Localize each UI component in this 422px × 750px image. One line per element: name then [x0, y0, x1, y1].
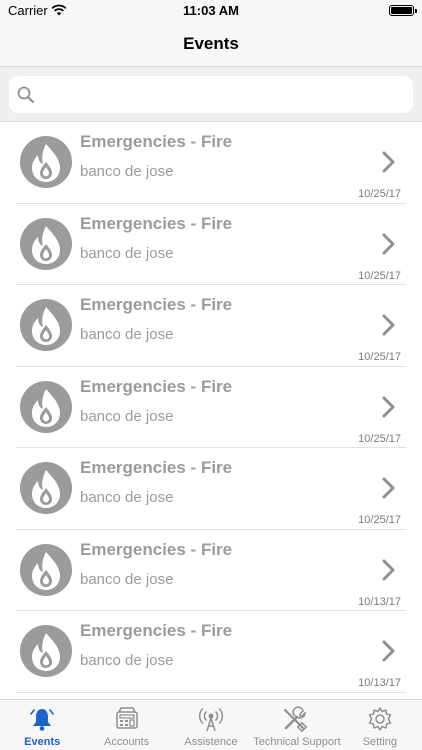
event-subtitle: banco de jose — [80, 489, 174, 506]
battery-icon — [389, 5, 417, 16]
event-title: Emergencies - Fire — [80, 621, 233, 640]
signal-tower-icon — [198, 707, 224, 732]
fire-icon — [20, 380, 72, 433]
search-icon — [17, 86, 34, 103]
chevron-right-icon — [382, 396, 395, 417]
event-title: Emergencies - Fire — [80, 458, 233, 477]
event-row[interactable]: Emergencies - Fire banco de jose 10/25/1… — [0, 367, 422, 448]
tab-assistence[interactable]: Assistence — [169, 700, 253, 750]
fire-icon — [20, 217, 72, 270]
event-row[interactable]: Emergencies - Fire banco de jose 10/13/1… — [0, 530, 422, 611]
event-date: 10/25/17 — [358, 514, 401, 526]
tab-technical-support[interactable]: Technical Support — [253, 700, 341, 750]
gear-icon — [368, 707, 392, 731]
fire-icon — [20, 462, 72, 514]
tab-accounts[interactable]: Accounts — [84, 700, 168, 750]
status-bar: Carrier 11:03 AM — [0, 0, 422, 22]
event-subtitle: banco de jose — [80, 163, 174, 180]
event-date: 10/25/17 — [358, 269, 401, 282]
event-subtitle: banco de jose — [80, 570, 174, 588]
event-row[interactable]: Emergencies - Fire banco de jose 10/25/1… — [0, 448, 422, 530]
chevron-right-icon — [382, 477, 395, 499]
event-title: Emergencies - Fire — [80, 213, 233, 233]
event-row[interactable]: Emergencies - Fire banco de jose 10/25/1… — [0, 285, 422, 367]
event-date: 10/13/17 — [358, 595, 401, 608]
tab-bar: Events Accounts Assistence Technical Sup… — [0, 699, 422, 750]
event-title: Emergencies - Fire — [80, 132, 233, 151]
event-subtitle: banco de jose — [80, 326, 174, 343]
tab-label: Technical Support — [253, 736, 341, 748]
chevron-right-icon — [382, 314, 395, 336]
tab-label: Setting — [362, 736, 397, 748]
event-subtitle: banco de jose — [80, 407, 174, 425]
search-field[interactable] — [9, 76, 413, 113]
chevron-right-icon — [382, 233, 395, 254]
accounts-icon — [115, 707, 138, 729]
events-list: Emergencies - Fire banco de jose 10/25/1… — [0, 122, 422, 699]
event-subtitle: banco de jose — [80, 244, 174, 262]
fire-icon — [20, 136, 72, 188]
tab-label: Accounts — [103, 736, 150, 748]
fire-icon — [20, 625, 72, 677]
event-row[interactable]: Emergencies - Fire banco de jose 10/25/1… — [0, 204, 422, 285]
event-title: Emergencies - Fire — [80, 295, 233, 314]
page-title: Events — [183, 34, 239, 53]
event-date: 10/25/17 — [358, 351, 401, 363]
tools-icon — [284, 706, 308, 733]
event-row[interactable]: Emergencies - Fire banco de jose 10/25/1… — [0, 122, 422, 204]
chevron-right-icon — [382, 151, 395, 173]
fire-icon — [20, 543, 72, 596]
event-date: 10/25/17 — [358, 432, 401, 445]
fire-icon — [20, 299, 72, 351]
event-title: Emergencies - Fire — [80, 539, 233, 559]
event-row[interactable]: Emergencies - Fire banco de jose 10/13/1… — [0, 611, 422, 693]
event-date: 10/13/17 — [358, 677, 401, 689]
navigation-bar: Events — [0, 22, 422, 66]
search-bar — [0, 66, 422, 122]
status-time: 11:03 AM — [183, 3, 239, 18]
chevron-right-icon — [382, 640, 395, 662]
event-title: Emergencies - Fire — [80, 376, 233, 396]
event-date: 10/25/17 — [358, 188, 401, 200]
event-subtitle: banco de jose — [80, 652, 174, 669]
search-input[interactable] — [45, 76, 405, 113]
tab-setting[interactable]: Setting — [338, 700, 422, 750]
tab-events[interactable]: Events — [0, 700, 84, 750]
tab-label: Events — [24, 736, 61, 748]
chevron-right-icon — [382, 559, 395, 580]
bell-icon — [30, 709, 55, 731]
row-divider — [16, 691, 406, 693]
tab-label: Assistence — [184, 736, 238, 748]
